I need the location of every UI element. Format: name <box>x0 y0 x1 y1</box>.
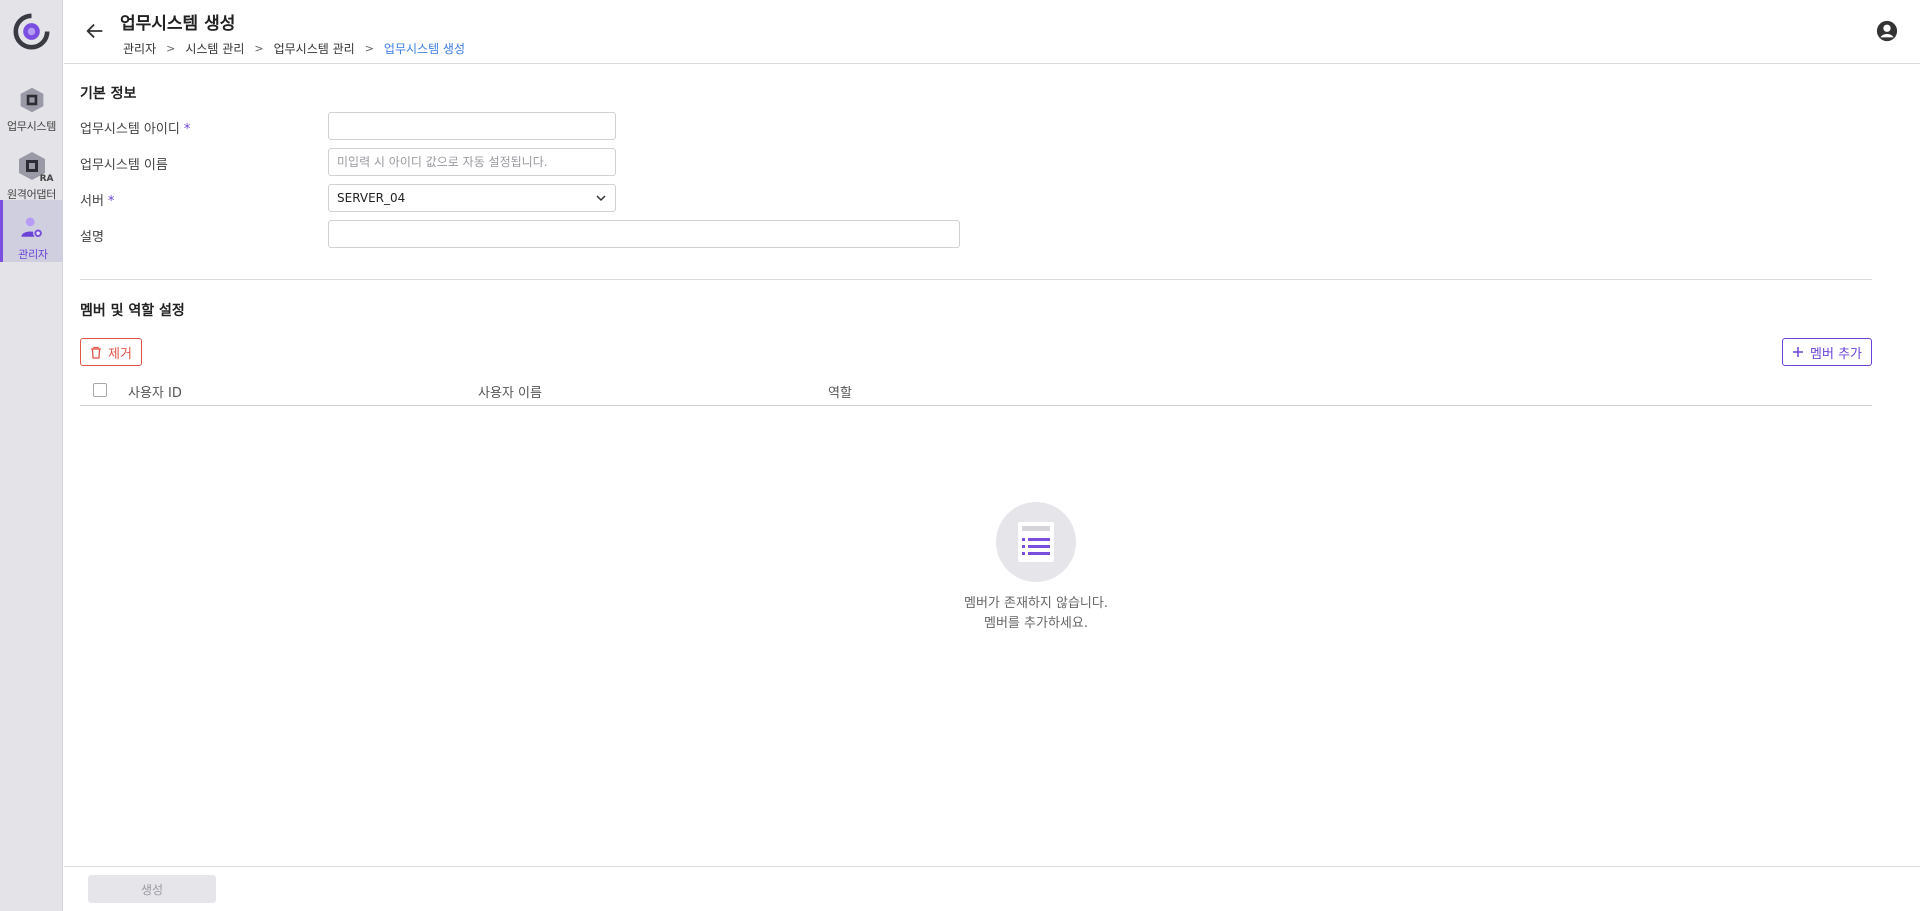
chevron-right-icon: > <box>364 42 374 55</box>
column-header-role[interactable]: 역할 <box>828 382 852 401</box>
required-mark: * <box>183 122 191 137</box>
chevron-right-icon: > <box>166 42 176 55</box>
plus-icon <box>1793 347 1804 357</box>
empty-list-icon <box>996 502 1076 582</box>
description-input[interactable] <box>328 220 960 248</box>
form-row-server: 서버 * SERVER_04 <box>80 184 1080 212</box>
page-footer: 생성 <box>64 866 1920 911</box>
trash-icon <box>91 346 101 359</box>
section-title-basic-info: 기본 정보 <box>80 86 137 102</box>
select-all-checkbox[interactable] <box>93 383 107 397</box>
chevron-down-icon <box>596 195 606 202</box>
sidebar: 업무시스템 RA 원격어댑터 관리자 <box>0 0 63 911</box>
breadcrumb-item-system-management[interactable]: 시스템 관리 <box>185 40 244 57</box>
field-label: 서버 * <box>80 194 115 209</box>
server-select-value: SERVER_04 <box>337 191 406 205</box>
column-header-user-id[interactable]: 사용자 ID <box>128 382 182 401</box>
section-title-members: 멤버 및 역할 설정 <box>80 303 185 319</box>
members-table-header: 사용자 ID 사용자 이름 역할 <box>80 374 1872 406</box>
create-button[interactable]: 생성 <box>88 875 216 903</box>
breadcrumb-item-current: 업무시스템 생성 <box>383 42 466 56</box>
add-button-label: 멤버 추가 <box>1810 346 1862 362</box>
section-divider <box>80 279 1872 280</box>
empty-message: 멤버가 존재하지 않습니다. 멤버를 추가하세요. <box>964 596 1108 631</box>
remove-button-label: 제거 <box>108 346 132 362</box>
breadcrumb-item-business-system-management[interactable]: 업무시스템 관리 <box>274 40 355 57</box>
chevron-right-icon: > <box>254 42 264 55</box>
app-logo-icon[interactable] <box>13 13 50 50</box>
business-system-name-input[interactable] <box>328 148 616 176</box>
ra-tag: RA <box>39 174 54 184</box>
field-label: 업무시스템 이름 <box>80 158 168 173</box>
business-system-id-input[interactable] <box>328 112 616 140</box>
user-account-icon[interactable] <box>1876 20 1898 42</box>
sidebar-item-remote-adapter[interactable]: RA 원격어댑터 <box>0 136 63 201</box>
required-mark: * <box>107 194 115 209</box>
page-header: 업무시스템 생성 관리자 > 시스템 관리 > 업무시스템 관리 > 업무시스템… <box>64 0 1920 64</box>
form-row-name: 업무시스템 이름 <box>80 148 1080 176</box>
back-arrow-icon[interactable] <box>84 20 106 42</box>
column-header-user-name[interactable]: 사용자 이름 <box>478 382 542 401</box>
form-row-description: 설명 <box>80 220 1080 248</box>
breadcrumb-item-admin[interactable]: 관리자 <box>123 40 156 57</box>
cube-icon <box>20 87 43 113</box>
sidebar-item-label: 업무시스템 <box>6 120 57 133</box>
server-select[interactable]: SERVER_04 <box>328 184 616 212</box>
sidebar-item-admin[interactable]: 관리자 <box>0 200 63 262</box>
sidebar-item-label: 관리자 <box>18 248 48 261</box>
breadcrumb: 관리자 > 시스템 관리 > 업무시스템 관리 > 업무시스템 생성 <box>123 40 465 57</box>
page-title: 업무시스템 생성 <box>120 14 236 34</box>
admin-user-icon <box>21 217 43 239</box>
remove-member-button[interactable]: 제거 <box>80 338 142 366</box>
remote-adapter-icon: RA <box>16 150 54 184</box>
empty-state: 멤버가 존재하지 않습니다. 멤버를 추가하세요. <box>880 502 1192 634</box>
form-row-id: 업무시스템 아이디 * <box>80 112 1080 140</box>
sidebar-item-business-system[interactable]: 업무시스템 <box>0 72 63 134</box>
field-label: 설명 <box>80 230 104 245</box>
add-member-button[interactable]: 멤버 추가 <box>1782 338 1872 366</box>
field-label: 업무시스템 아이디 * <box>80 122 191 137</box>
